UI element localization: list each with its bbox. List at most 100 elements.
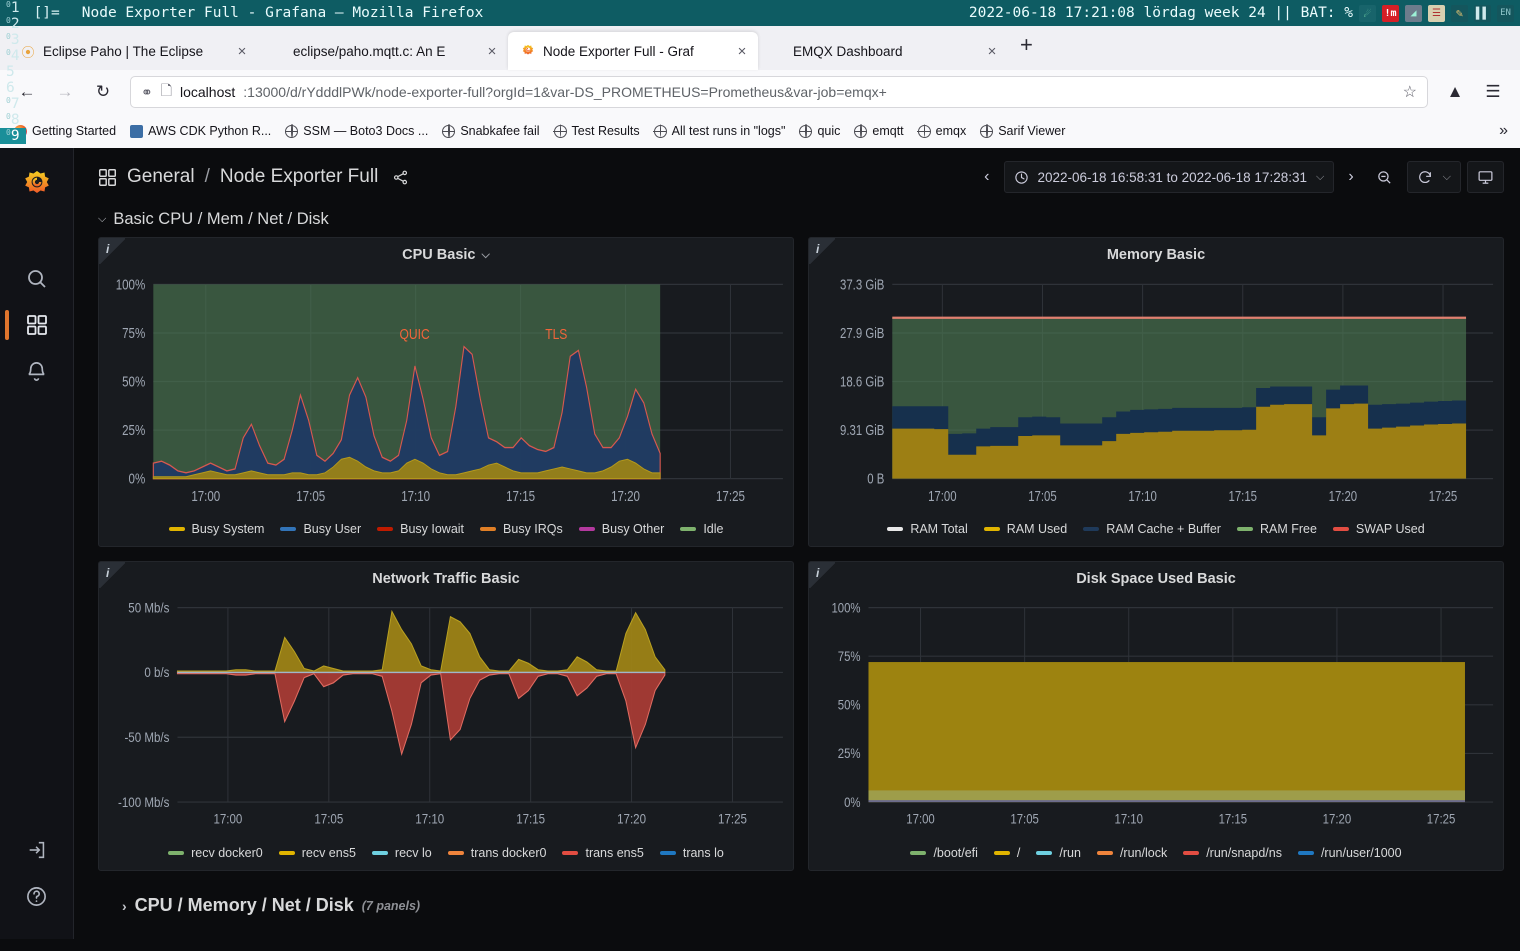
alerting-bell-icon[interactable] [14, 348, 60, 394]
url-bar[interactable]: ⚭ 🗋 localhost :13000/d/rYdddlPWk/node-ex… [130, 76, 1428, 108]
keyboard-layout-indicator[interactable]: EN [1497, 5, 1514, 22]
time-range-picker[interactable]: 2022-06-18 16:58:31 to 2022-06-18 17:28:… [1004, 161, 1335, 193]
panel-info-icon[interactable]: i [809, 238, 835, 264]
search-icon[interactable] [14, 256, 60, 302]
bookmark-3[interactable]: Snabkafee fail [436, 121, 545, 141]
legend-item[interactable]: /boot/efi [910, 846, 977, 860]
section-header-cpu-memory[interactable]: › CPU / Memory / Net / Disk (7 panels) [122, 895, 420, 916]
sidebar-item-dashboards[interactable] [14, 302, 60, 348]
panel-title-disk-space-used-basic[interactable]: Disk Space Used Basic [809, 562, 1503, 591]
legend-item[interactable]: trans lo [660, 846, 724, 860]
workspace-2[interactable]: 02 [0, 16, 26, 32]
legend-item[interactable]: Busy System [169, 522, 265, 536]
archive-icon[interactable]: ☰ [1428, 5, 1445, 22]
workspace-9[interactable]: 09 [0, 128, 26, 144]
legend-item[interactable]: RAM Total [887, 522, 967, 536]
memory-basic-plot[interactable]: 0 B9.31 GiB18.6 GiB27.9 GiB37.3 GiB17:00… [809, 267, 1503, 516]
legend-item[interactable]: trans docker0 [448, 846, 547, 860]
bookmark-2[interactable]: SSM — Boto3 Docs ... [279, 121, 434, 141]
workspace-1[interactable]: 01 [0, 0, 26, 16]
browser-tab-0[interactable]: ⦿Eclipse Paho | The Eclipse× [8, 32, 258, 70]
legend-item[interactable]: RAM Used [984, 522, 1067, 536]
section-header-basic[interactable]: ⌵ Basic CPU / Mem / Net / Disk [98, 210, 1496, 229]
legend-item[interactable]: Idle [680, 522, 723, 536]
legend-swatch [377, 527, 393, 531]
panel-title-network-traffic-basic[interactable]: Network Traffic Basic [99, 562, 793, 591]
tab-close-button[interactable]: × [734, 43, 750, 60]
browser-tab-2[interactable]: Node Exporter Full - Graf× [508, 32, 758, 70]
forward-button[interactable]: → [48, 76, 82, 108]
bookmark-4[interactable]: Test Results [548, 121, 646, 141]
chevron-down-icon[interactable]: ⌵ [482, 249, 490, 262]
legend-item[interactable]: Busy User [280, 522, 361, 536]
legend-item[interactable]: /run/lock [1097, 846, 1167, 860]
legend-item[interactable]: SWAP Used [1333, 522, 1425, 536]
legend-item[interactable]: Busy Other [579, 522, 665, 536]
tab-close-button[interactable]: × [234, 43, 250, 60]
bookmark-1[interactable]: AWS CDK Python R... [124, 121, 277, 141]
breadcrumb-folder[interactable]: General [127, 166, 195, 188]
layout-mode-indicator[interactable]: []= [26, 0, 68, 26]
panel-title-cpu-basic[interactable]: CPU Basic ⌵ [99, 238, 793, 267]
volume-mixer-icon[interactable]: !m [1382, 5, 1399, 22]
audio-icon[interactable]: ▌▌ [1474, 5, 1491, 22]
panel-info-icon[interactable]: i [99, 238, 125, 264]
workspace-8[interactable]: 08 [0, 112, 26, 128]
legend-item[interactable]: trans ens5 [562, 846, 643, 860]
legend-item[interactable]: /run/user/1000 [1298, 846, 1402, 860]
tab-close-button[interactable]: × [984, 43, 1000, 60]
workspace-6[interactable]: 6 [0, 80, 26, 96]
panel-title-memory-basic[interactable]: Memory Basic [809, 238, 1503, 267]
cpu-basic-plot[interactable]: QUICTLS 0%25%50%75%100%17:0017:0517:1017… [99, 267, 793, 516]
share-icon[interactable] [392, 169, 409, 186]
chart-icon[interactable]: ◢ [1405, 5, 1422, 22]
dashboards-grid-icon[interactable] [98, 168, 117, 187]
legend-item[interactable]: /run/snapd/ns [1183, 846, 1282, 860]
help-circle-icon[interactable] [14, 873, 60, 919]
page-info-icon[interactable]: 🗋 [161, 80, 172, 104]
legend-item[interactable]: recv ens5 [279, 846, 356, 860]
time-prev-button[interactable]: ‹ [976, 161, 997, 193]
app-menu-button[interactable]: ☰ [1476, 76, 1510, 108]
browser-tab-3[interactable]: EMQX Dashboard× [758, 32, 1008, 70]
workspace-7[interactable]: 07 [0, 96, 26, 112]
workspace-5[interactable]: 5 [0, 64, 26, 80]
legend-item[interactable]: RAM Free [1237, 522, 1317, 536]
legend-item[interactable]: recv docker0 [168, 846, 263, 860]
page-title[interactable]: Node Exporter Full [220, 166, 378, 188]
network-traffic-plot[interactable]: -100 Mb/s-50 Mb/s0 b/s50 Mb/s17:0017:051… [99, 591, 793, 840]
bookmark-8[interactable]: emqx [912, 121, 973, 141]
bookmark-6[interactable]: quic [793, 121, 846, 141]
workspace-3[interactable]: 03 [0, 32, 26, 48]
legend-item[interactable]: /run [1036, 846, 1081, 860]
legend-item[interactable]: recv lo [372, 846, 432, 860]
tab-close-button[interactable]: × [484, 43, 500, 60]
legend-item[interactable]: / [994, 846, 1020, 860]
new-tab-button[interactable]: + [1008, 32, 1045, 64]
reload-button[interactable]: ↻ [86, 76, 120, 108]
browser-tab-1[interactable]: eclipse/paho.mqtt.c: An E× [258, 32, 508, 70]
workspace-4[interactable]: 04 [0, 48, 26, 64]
legend-item[interactable]: Busy Iowait [377, 522, 464, 536]
grafana-logo-icon[interactable] [14, 162, 60, 208]
shield-icon[interactable]: ⚭ [141, 84, 153, 101]
bookmark-7[interactable]: emqtt [848, 121, 909, 141]
legend-item[interactable]: RAM Cache + Buffer [1083, 522, 1221, 536]
bookmark-star-icon[interactable]: ☆ [1403, 82, 1417, 102]
brush-icon[interactable]: ✎ [1451, 5, 1468, 22]
tv-mode-icon[interactable] [1467, 161, 1504, 193]
panel-info-icon[interactable]: i [809, 562, 835, 588]
time-next-button[interactable]: › [1340, 161, 1361, 193]
save-to-pocket-icon[interactable]: ▲ [1438, 76, 1472, 108]
legend-item[interactable]: Busy IRQs [480, 522, 563, 536]
disk-space-plot[interactable]: 0%25%50%75%100%17:0017:0517:1017:1517:20… [809, 591, 1503, 840]
sign-in-icon[interactable] [14, 827, 60, 873]
bookmark-9[interactable]: Sarif Viewer [974, 121, 1071, 141]
bookmarks-overflow-button[interactable]: » [1499, 122, 1512, 140]
refresh-button[interactable]: ⌵ [1407, 161, 1461, 193]
refresh-interval-caret[interactable]: ⌵ [1443, 171, 1451, 184]
bookmark-5[interactable]: All test runs in "logs" [648, 121, 792, 141]
panel-info-icon[interactable]: i [99, 562, 125, 588]
zoom-out-icon[interactable] [1368, 161, 1401, 193]
network-icon[interactable]: ☄ [1359, 5, 1376, 22]
